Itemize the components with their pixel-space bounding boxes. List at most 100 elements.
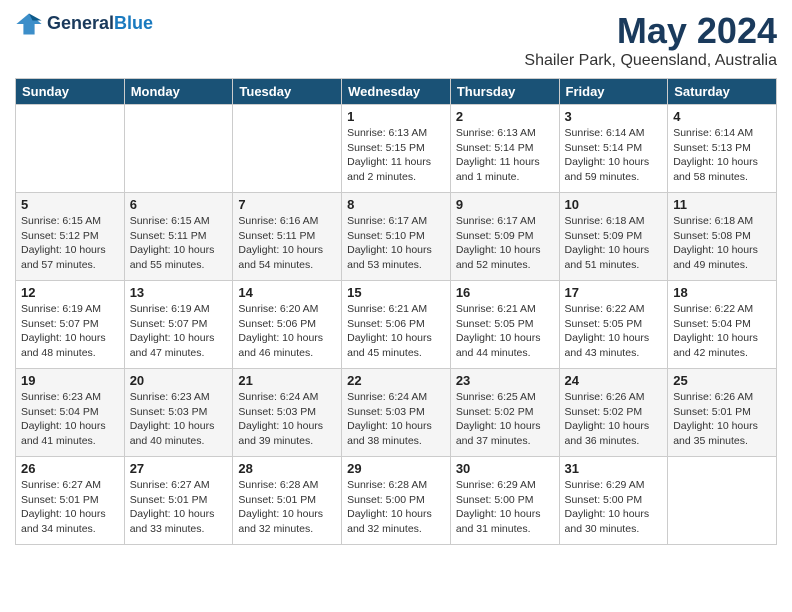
calendar-cell: 6 Sunrise: 6:15 AM Sunset: 5:11 PM Daylig… [124, 193, 233, 281]
calendar-body: 1 Sunrise: 6:13 AM Sunset: 5:15 PM Daylig… [16, 105, 777, 545]
calendar-cell [233, 105, 342, 193]
day-number: 30 [456, 461, 554, 476]
calendar-cell: 1 Sunrise: 6:13 AM Sunset: 5:15 PM Daylig… [342, 105, 451, 193]
day-info: Sunrise: 6:29 AM Sunset: 5:00 PM Dayligh… [456, 478, 554, 537]
day-info: Sunrise: 6:29 AM Sunset: 5:00 PM Dayligh… [565, 478, 663, 537]
main-title: May 2024 [524, 10, 777, 52]
calendar-cell [668, 457, 777, 545]
calendar-cell: 3 Sunrise: 6:14 AM Sunset: 5:14 PM Daylig… [559, 105, 668, 193]
calendar-cell: 9 Sunrise: 6:17 AM Sunset: 5:09 PM Daylig… [450, 193, 559, 281]
day-info: Sunrise: 6:23 AM Sunset: 5:04 PM Dayligh… [21, 390, 119, 449]
calendar-cell: 30 Sunrise: 6:29 AM Sunset: 5:00 PM Dayli… [450, 457, 559, 545]
col-sunday: Sunday [16, 79, 125, 105]
day-info: Sunrise: 6:13 AM Sunset: 5:14 PM Dayligh… [456, 126, 554, 185]
day-number: 23 [456, 373, 554, 388]
day-number: 22 [347, 373, 445, 388]
day-number: 17 [565, 285, 663, 300]
day-number: 20 [130, 373, 228, 388]
day-number: 29 [347, 461, 445, 476]
day-number: 14 [238, 285, 336, 300]
day-info: Sunrise: 6:18 AM Sunset: 5:09 PM Dayligh… [565, 214, 663, 273]
day-number: 6 [130, 197, 228, 212]
calendar-cell: 13 Sunrise: 6:19 AM Sunset: 5:07 PM Dayli… [124, 281, 233, 369]
day-info: Sunrise: 6:24 AM Sunset: 5:03 PM Dayligh… [347, 390, 445, 449]
day-info: Sunrise: 6:17 AM Sunset: 5:09 PM Dayligh… [456, 214, 554, 273]
logo-line1: General [47, 13, 114, 33]
title-block: May 2024 Shailer Park, Queensland, Austr… [524, 10, 777, 70]
calendar-cell: 17Sunrise: 6:22 AM Sunset: 5:05 PM Dayli… [559, 281, 668, 369]
calendar-cell: 27Sunrise: 6:27 AM Sunset: 5:01 PM Dayli… [124, 457, 233, 545]
calendar-cell [124, 105, 233, 193]
day-info: Sunrise: 6:15 AM Sunset: 5:12 PM Dayligh… [21, 214, 119, 273]
day-info: Sunrise: 6:27 AM Sunset: 5:01 PM Dayligh… [130, 478, 228, 537]
day-info: Sunrise: 6:21 AM Sunset: 5:05 PM Dayligh… [456, 302, 554, 361]
calendar-week-1: 1 Sunrise: 6:13 AM Sunset: 5:15 PM Daylig… [16, 105, 777, 193]
day-number: 15 [347, 285, 445, 300]
calendar-cell: 4Sunrise: 6:14 AM Sunset: 5:13 PM Daylig… [668, 105, 777, 193]
calendar-cell: 16 Sunrise: 6:21 AM Sunset: 5:05 PM Dayli… [450, 281, 559, 369]
calendar-cell: 10Sunrise: 6:18 AM Sunset: 5:09 PM Dayli… [559, 193, 668, 281]
day-info: Sunrise: 6:19 AM Sunset: 5:07 PM Dayligh… [21, 302, 119, 361]
day-info: Sunrise: 6:25 AM Sunset: 5:02 PM Dayligh… [456, 390, 554, 449]
calendar-cell: 25 Sunrise: 6:26 AM Sunset: 5:01 PM Dayli… [668, 369, 777, 457]
day-info: Sunrise: 6:16 AM Sunset: 5:11 PM Dayligh… [238, 214, 336, 273]
day-number: 18 [673, 285, 771, 300]
day-number: 12 [21, 285, 119, 300]
page: GeneralBlue May 2024 Shailer Park, Queen… [0, 0, 792, 555]
day-info: Sunrise: 6:28 AM Sunset: 5:01 PM Dayligh… [238, 478, 336, 537]
day-number: 26 [21, 461, 119, 476]
calendar-cell [16, 105, 125, 193]
calendar-cell: 19 Sunrise: 6:23 AM Sunset: 5:04 PM Dayli… [16, 369, 125, 457]
day-number: 3 [565, 109, 663, 124]
calendar-cell: 7 Sunrise: 6:16 AM Sunset: 5:11 PM Daylig… [233, 193, 342, 281]
calendar-table: Sunday Monday Tuesday Wednesday Thursday… [15, 78, 777, 545]
day-number: 19 [21, 373, 119, 388]
day-number: 28 [238, 461, 336, 476]
calendar-cell: 12 Sunrise: 6:19 AM Sunset: 5:07 PM Dayli… [16, 281, 125, 369]
calendar-cell: 28 Sunrise: 6:28 AM Sunset: 5:01 PM Dayli… [233, 457, 342, 545]
day-number: 31 [565, 461, 663, 476]
day-number: 16 [456, 285, 554, 300]
day-info: Sunrise: 6:20 AM Sunset: 5:06 PM Dayligh… [238, 302, 336, 361]
day-info: Sunrise: 6:21 AM Sunset: 5:06 PM Dayligh… [347, 302, 445, 361]
day-info: Sunrise: 6:14 AM Sunset: 5:14 PM Dayligh… [565, 126, 663, 185]
day-info: Sunrise: 6:15 AM Sunset: 5:11 PM Dayligh… [130, 214, 228, 273]
calendar-cell: 29Sunrise: 6:28 AM Sunset: 5:00 PM Dayli… [342, 457, 451, 545]
day-number: 13 [130, 285, 228, 300]
calendar-cell: 14 Sunrise: 6:20 AM Sunset: 5:06 PM Dayli… [233, 281, 342, 369]
day-info: Sunrise: 6:23 AM Sunset: 5:03 PM Dayligh… [130, 390, 228, 449]
day-info: Sunrise: 6:13 AM Sunset: 5:15 PM Dayligh… [347, 126, 445, 185]
subtitle: Shailer Park, Queensland, Australia [524, 52, 777, 70]
calendar-cell: 15 Sunrise: 6:21 AM Sunset: 5:06 PM Dayli… [342, 281, 451, 369]
calendar-week-2: 5 Sunrise: 6:15 AM Sunset: 5:12 PM Daylig… [16, 193, 777, 281]
calendar-cell: 21 Sunrise: 6:24 AM Sunset: 5:03 PM Dayli… [233, 369, 342, 457]
day-info: Sunrise: 6:24 AM Sunset: 5:03 PM Dayligh… [238, 390, 336, 449]
day-number: 21 [238, 373, 336, 388]
day-number: 5 [21, 197, 119, 212]
day-number: 7 [238, 197, 336, 212]
calendar-header-row: Sunday Monday Tuesday Wednesday Thursday… [16, 79, 777, 105]
day-number: 8 [347, 197, 445, 212]
day-number: 2 [456, 109, 554, 124]
calendar-week-5: 26 Sunrise: 6:27 AM Sunset: 5:01 PM Dayli… [16, 457, 777, 545]
calendar-cell: 18Sunrise: 6:22 AM Sunset: 5:04 PM Dayli… [668, 281, 777, 369]
calendar-cell: 31 Sunrise: 6:29 AM Sunset: 5:00 PM Dayli… [559, 457, 668, 545]
day-info: Sunrise: 6:19 AM Sunset: 5:07 PM Dayligh… [130, 302, 228, 361]
calendar-cell: 22 Sunrise: 6:24 AM Sunset: 5:03 PM Dayli… [342, 369, 451, 457]
calendar-cell: 26 Sunrise: 6:27 AM Sunset: 5:01 PM Dayli… [16, 457, 125, 545]
col-wednesday: Wednesday [342, 79, 451, 105]
logo-icon [15, 10, 43, 38]
col-friday: Friday [559, 79, 668, 105]
calendar-week-3: 12 Sunrise: 6:19 AM Sunset: 5:07 PM Dayli… [16, 281, 777, 369]
day-number: 9 [456, 197, 554, 212]
day-info: Sunrise: 6:26 AM Sunset: 5:01 PM Dayligh… [673, 390, 771, 449]
day-number: 25 [673, 373, 771, 388]
day-info: Sunrise: 6:27 AM Sunset: 5:01 PM Dayligh… [21, 478, 119, 537]
calendar-cell: 5 Sunrise: 6:15 AM Sunset: 5:12 PM Daylig… [16, 193, 125, 281]
day-number: 11 [673, 197, 771, 212]
logo-text: GeneralBlue [47, 14, 153, 34]
day-number: 1 [347, 109, 445, 124]
col-saturday: Saturday [668, 79, 777, 105]
day-number: 4 [673, 109, 771, 124]
logo-line2: Blue [114, 13, 153, 33]
